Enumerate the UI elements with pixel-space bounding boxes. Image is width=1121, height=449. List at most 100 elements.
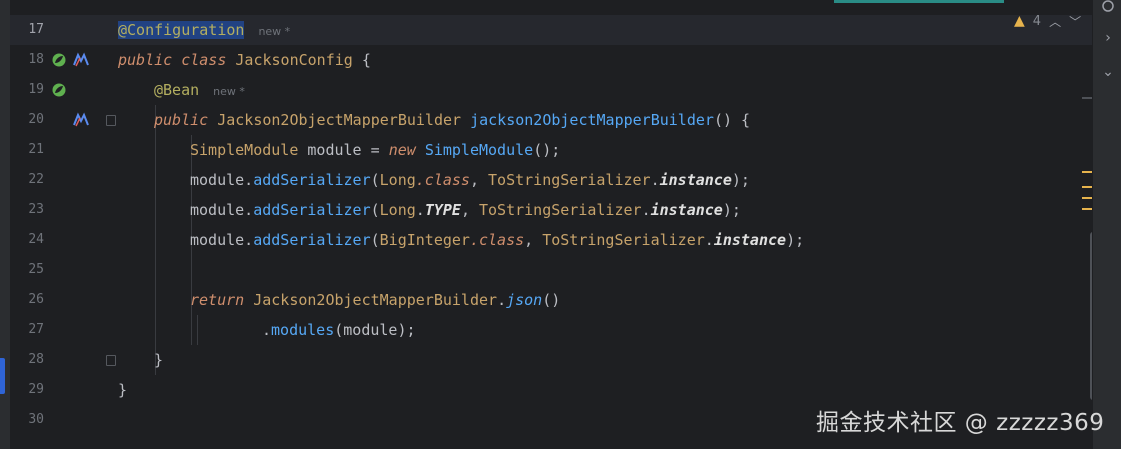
line-number: 30 xyxy=(28,412,44,427)
code-area[interactable]: @Configuration new * public class Jackson… xyxy=(118,0,1078,449)
usage-hint[interactable]: new * xyxy=(258,25,290,38)
punct-token: ); xyxy=(731,171,750,189)
fold-icon[interactable] xyxy=(106,115,116,126)
gradle-icon[interactable] xyxy=(1100,0,1116,16)
punct-token: . xyxy=(415,201,425,219)
type-token: Jackson2ObjectMapperBuilder xyxy=(217,111,462,129)
line-number: 20 xyxy=(28,112,44,127)
gutter-line: 27 xyxy=(10,315,105,345)
mybatis-mapper-icon[interactable] xyxy=(73,52,89,68)
punct-token: . xyxy=(641,201,651,219)
spring-bean-icon[interactable] xyxy=(51,52,67,68)
punct-token: . xyxy=(704,231,714,249)
method-token: addSerializer xyxy=(253,201,371,219)
chevron-up-icon[interactable]: ︿ xyxy=(1049,13,1061,30)
keyword-token: return xyxy=(190,291,245,309)
editor-gutter[interactable]: 17 18 19 20 21 22 23 24 25 26 27 28 29 3… xyxy=(10,0,116,449)
var-token: module. xyxy=(190,201,254,219)
warning-stripe[interactable] xyxy=(1082,208,1092,210)
class-token: ToStringSerializer xyxy=(542,231,705,249)
punct-token: ( xyxy=(370,171,380,189)
punct-token: (module); xyxy=(334,321,416,339)
code-editor[interactable]: 17 18 19 20 21 22 23 24 25 26 27 28 29 3… xyxy=(10,0,1092,449)
warning-count: 4 xyxy=(1032,13,1042,29)
gutter-line: 17 xyxy=(10,15,105,45)
annotation-token: @Configuration xyxy=(118,21,245,39)
line-number: 23 xyxy=(28,202,44,217)
warning-icon[interactable]: ▲ xyxy=(1014,13,1025,29)
line-number: 26 xyxy=(28,292,44,307)
method-token: addSerializer xyxy=(253,171,371,189)
punct-token: . xyxy=(497,291,507,309)
punct-token: ); xyxy=(722,201,741,219)
chevron-down-icon[interactable]: ﹀ xyxy=(1069,13,1081,30)
var-token: module. xyxy=(190,171,254,189)
brace-token: } xyxy=(118,381,128,399)
gutter-line: 18 xyxy=(10,45,105,75)
punct-token: () xyxy=(542,291,561,309)
mybatis-mapper-icon[interactable] xyxy=(73,112,89,128)
keyword-token: public xyxy=(118,51,173,69)
class-name-token: JacksonConfig xyxy=(235,51,353,69)
line-number: 27 xyxy=(28,322,44,337)
usage-hint[interactable]: new * xyxy=(213,85,245,98)
keyword-token: public xyxy=(154,111,209,129)
method-name-token: jackson2ObjectMapperBuilder xyxy=(470,111,714,129)
punct-token: (); xyxy=(533,141,561,159)
watermark: 掘金技术社区 @ zzzzz369 xyxy=(816,410,1105,436)
type-token: SimpleModule xyxy=(190,141,299,159)
scrollbar-marker xyxy=(1082,97,1092,99)
static-field-token: instance xyxy=(650,201,723,219)
var-token: module. xyxy=(190,231,254,249)
code-line[interactable]: @Bean new * xyxy=(154,75,245,105)
tool-window-selection-indicator[interactable] xyxy=(0,358,5,394)
code-line[interactable]: public class JacksonConfig { xyxy=(118,45,371,75)
gutter-line: 26 xyxy=(10,285,105,315)
brace-token: { xyxy=(352,51,371,69)
gutter-line: 22 xyxy=(10,165,105,195)
gutter-line: 28 xyxy=(10,345,116,375)
right-tool-strip: › ⌄ xyxy=(1092,0,1121,449)
class-token: Long xyxy=(379,201,416,219)
punct-token: . xyxy=(650,171,660,189)
chevron-right-icon[interactable]: › xyxy=(1100,30,1116,46)
spring-bean-icon[interactable] xyxy=(51,82,67,98)
gutter-line: 19 xyxy=(10,75,105,105)
punct-token: () { xyxy=(713,111,751,129)
warning-stripe[interactable] xyxy=(1082,171,1092,173)
code-line[interactable]: .modules(module); xyxy=(262,315,416,345)
code-line[interactable]: @Configuration new * xyxy=(118,15,290,45)
warning-stripe[interactable] xyxy=(1082,186,1092,188)
fold-icon[interactable] xyxy=(106,355,116,366)
code-line[interactable]: module.addSerializer(Long.TYPE, ToString… xyxy=(190,195,741,225)
gutter-line: 29 xyxy=(10,375,105,405)
code-line[interactable]: module.addSerializer(Long.class, ToStrin… xyxy=(190,165,750,195)
punct-token: ( xyxy=(370,231,380,249)
code-line[interactable]: } xyxy=(118,375,127,405)
inspection-widget[interactable]: ▲ 4 ︿ ﹀ xyxy=(1014,10,1081,32)
left-tool-strip xyxy=(0,0,10,449)
warning-stripe[interactable] xyxy=(1082,197,1092,199)
code-line[interactable]: SimpleModule module = new SimpleModule()… xyxy=(190,135,560,165)
code-line[interactable]: public Jackson2ObjectMapperBuilder jacks… xyxy=(154,105,750,135)
ctor-token: SimpleModule xyxy=(424,141,534,159)
chevron-down-icon[interactable]: ⌄ xyxy=(1100,64,1116,80)
class-token: ToStringSerializer xyxy=(479,201,642,219)
line-number: 24 xyxy=(28,232,44,247)
method-token: json xyxy=(506,291,543,309)
class-token: ToStringSerializer xyxy=(488,171,651,189)
line-number: 29 xyxy=(28,382,44,397)
keyword-token: .class xyxy=(415,171,470,189)
punct-token: ( xyxy=(370,201,380,219)
code-line[interactable]: } xyxy=(154,345,163,375)
code-line[interactable]: module.addSerializer(BigInteger.class, T… xyxy=(190,225,804,255)
keyword-token: .class xyxy=(469,231,525,249)
brace-token: } xyxy=(154,351,164,369)
line-number: 28 xyxy=(28,352,44,367)
static-field-token: TYPE xyxy=(424,201,461,219)
code-line[interactable]: return Jackson2ObjectMapperBuilder.json(… xyxy=(190,285,560,315)
method-token: modules xyxy=(271,321,335,339)
gutter-line: 30 xyxy=(10,405,105,435)
gutter-line: 23 xyxy=(10,195,105,225)
gutter-line: 25 xyxy=(10,255,105,285)
